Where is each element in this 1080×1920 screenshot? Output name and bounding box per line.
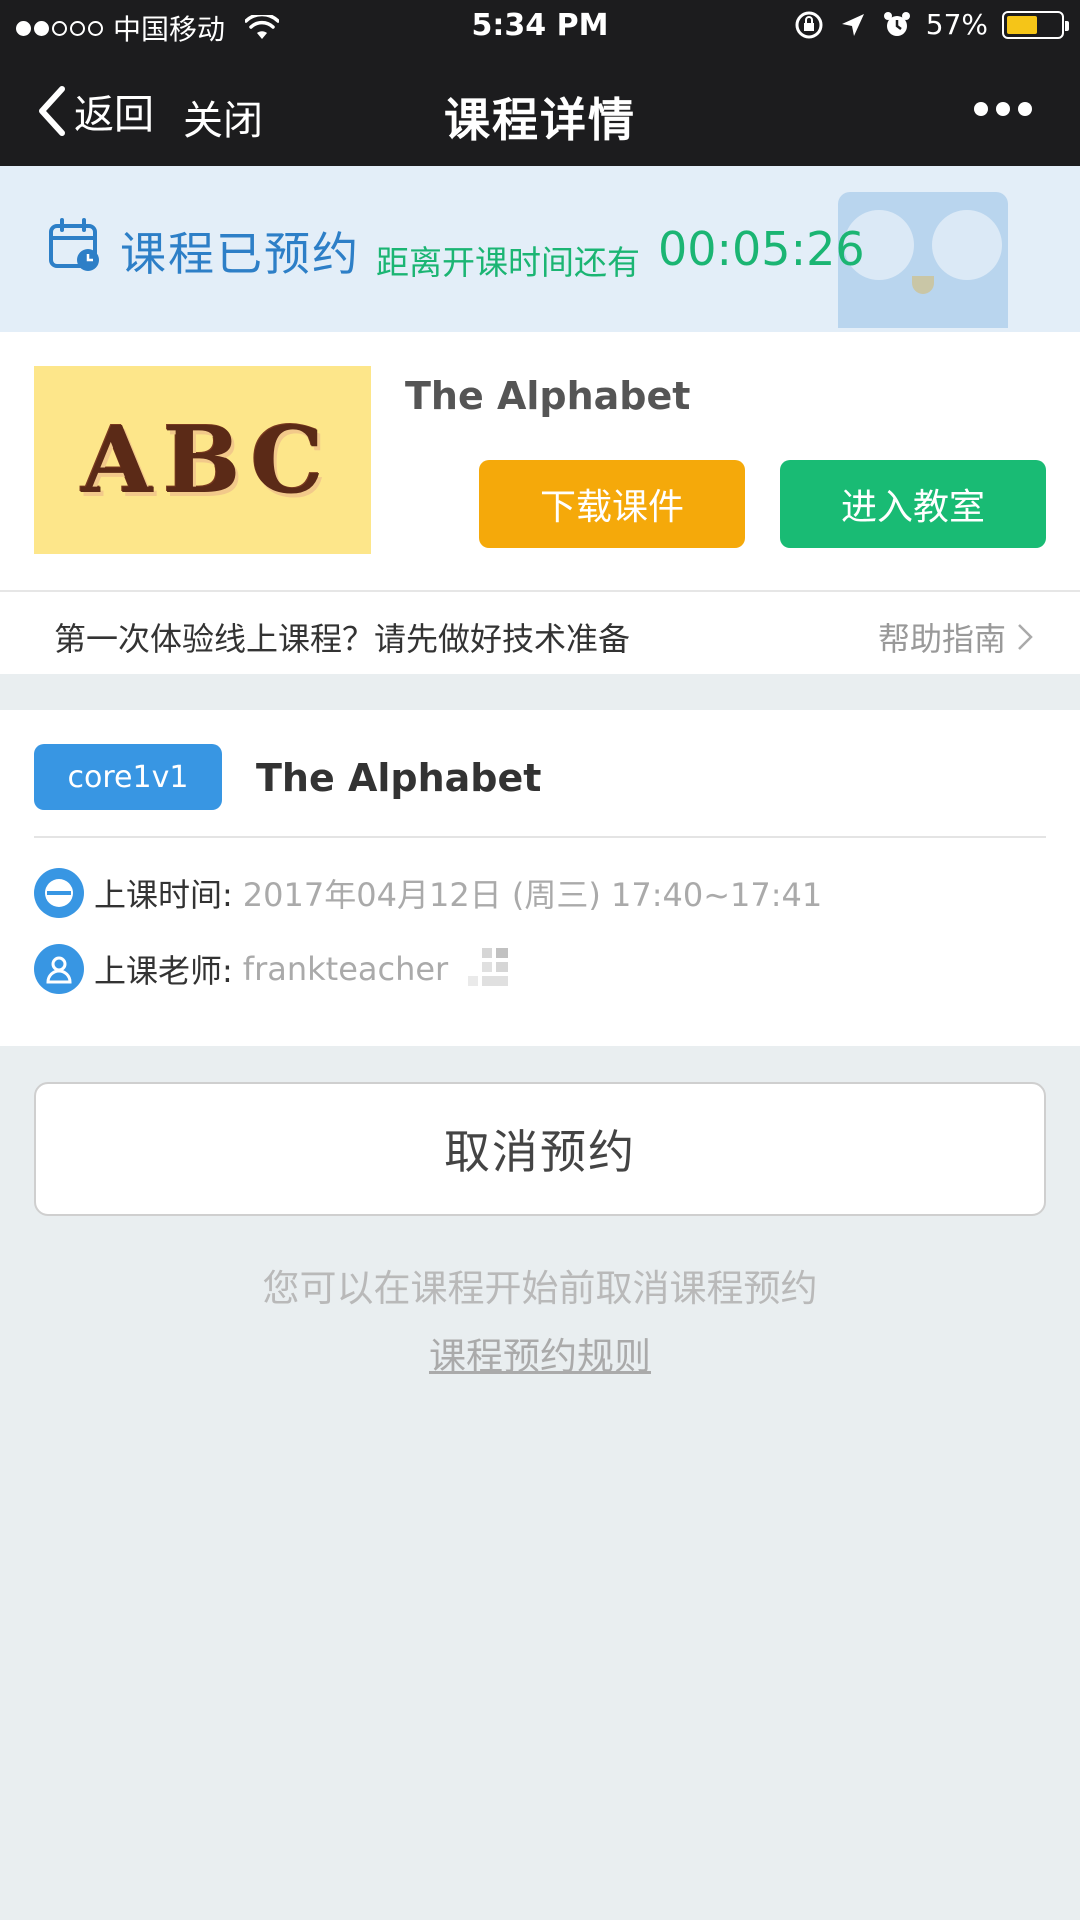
tech-prep-text: 第一次体验线上课程？请先做好技术准备 [54, 620, 631, 658]
location-arrow-icon [841, 13, 864, 36]
more-icon[interactable] [974, 102, 1032, 116]
help-guide-label: 帮助指南 [877, 620, 1006, 658]
booked-status-text: 课程已预约 [120, 227, 360, 281]
rotation-lock-icon [795, 11, 823, 38]
battery-level [1007, 15, 1037, 34]
thumbnail-letter: C [250, 406, 324, 514]
course-name: The Alphabet [405, 374, 691, 418]
booking-status-banner: 课程已预约 距离开课时间还有 00:05:26 [0, 166, 1080, 332]
teacher-badge-icon [468, 948, 509, 986]
cancel-note: 您可以在课程开始前取消课程预约 [262, 1267, 818, 1310]
battery-icon [1002, 10, 1069, 39]
course-card: A B C The Alphabet 下载课件 进入教室 [0, 332, 1080, 590]
status-right: 57% [794, 8, 1069, 41]
help-guide-link[interactable]: 帮助指南 [878, 614, 1034, 660]
booking-rules-link[interactable]: 课程预约规则 [0, 1326, 1080, 1380]
course-thumbnail: A B C [34, 366, 371, 554]
course-detail-card: core1v1 The Alphabet 上课时间: 2017年04月12日 (… [0, 710, 1080, 1046]
divider [34, 836, 1046, 838]
user-icon [34, 944, 84, 994]
page-title: 课程详情 [444, 93, 636, 147]
tech-prep-row[interactable]: 第一次体验线上课程？请先做好技术准备 帮助指南 [0, 590, 1080, 674]
battery-percent: 57% [925, 8, 988, 41]
chevron-right-icon [1018, 624, 1033, 650]
countdown-timer: 00:05:26 [658, 222, 865, 276]
class-time-row: 上课时间: 2017年04月12日 (周三) 17:40~17:41 [34, 868, 822, 918]
teacher-name: frankteacher [242, 950, 449, 988]
nav-bar: 返回 关闭 课程详情 [0, 52, 1080, 166]
teacher-row: 上课老师: frankteacher [34, 944, 524, 994]
cancel-booking-button[interactable]: 取消预约 [34, 1082, 1046, 1216]
alarm-icon [883, 11, 910, 36]
countdown-label: 距离开课时间还有 [376, 243, 640, 282]
clock-icon [34, 868, 84, 918]
class-time-value: 2017年04月12日 (周三) 17:40~17:41 [242, 876, 823, 914]
thumbnail-letter: A [81, 406, 153, 514]
download-courseware-button[interactable]: 下载课件 [479, 460, 745, 548]
status-bar: 中国移动 5:34 PM 57% [0, 0, 1080, 52]
calendar-icon [49, 218, 99, 271]
course-type-badge: core1v1 [34, 744, 222, 810]
enter-classroom-button[interactable]: 进入教室 [780, 460, 1046, 548]
class-time-label: 上课时间: [94, 876, 233, 914]
teacher-label: 上课老师: [94, 952, 233, 990]
detail-course-title: The Alphabet [256, 756, 542, 800]
thumbnail-letter: B [162, 406, 241, 514]
